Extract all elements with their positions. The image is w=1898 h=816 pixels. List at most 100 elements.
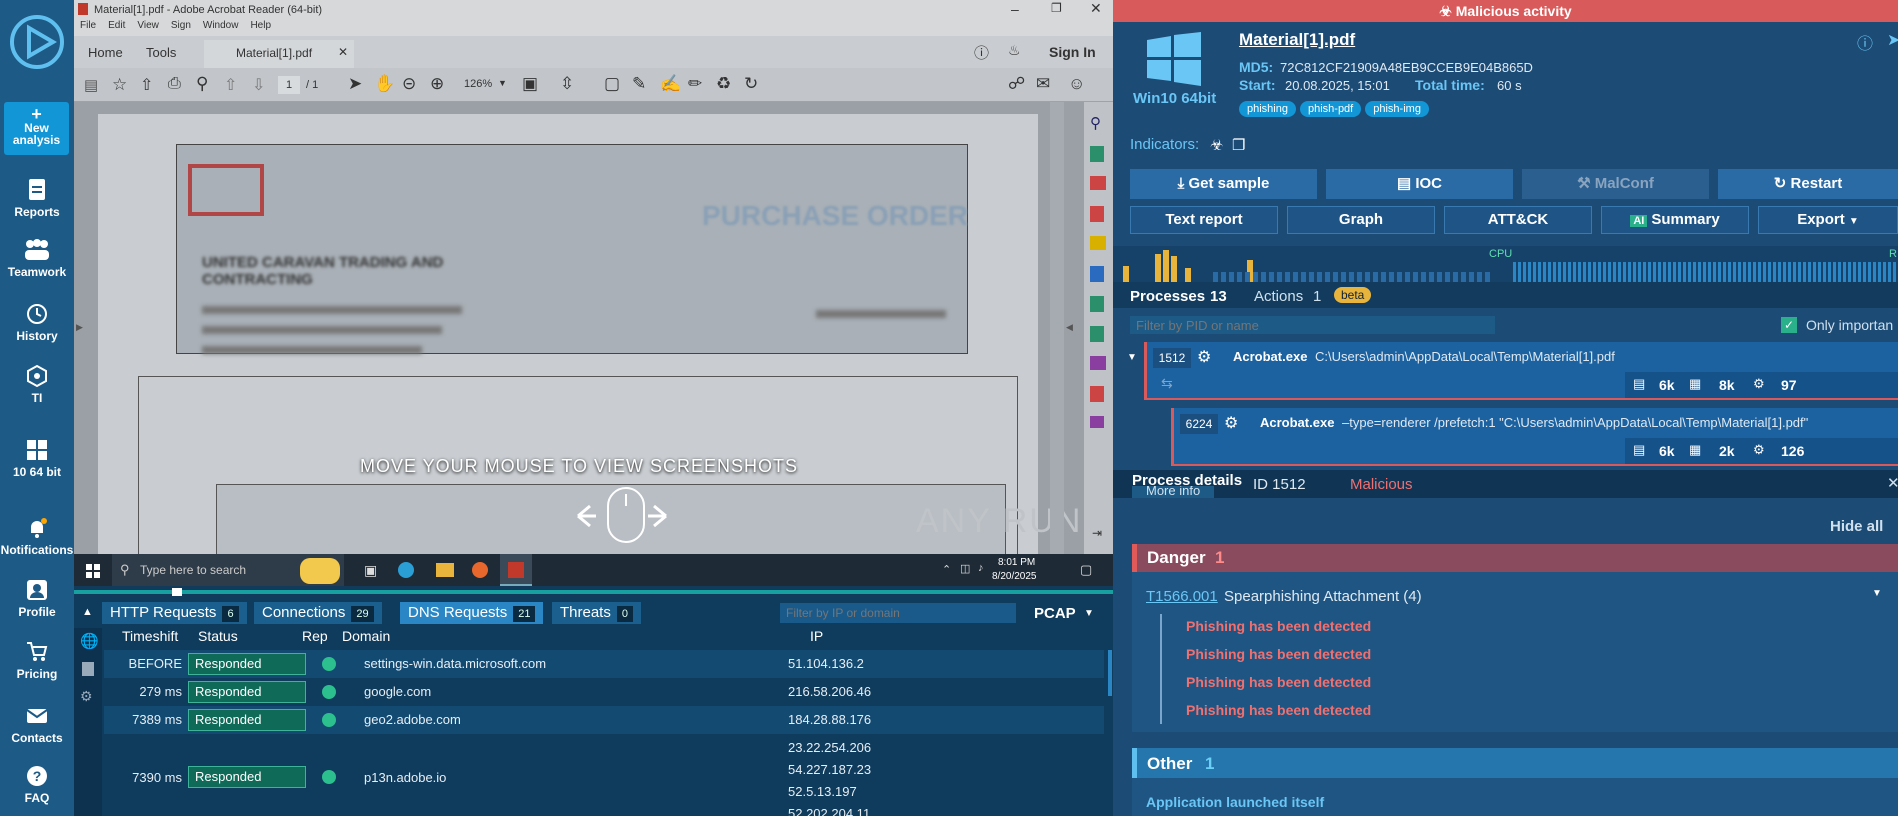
next-page-icon[interactable]: ⇩ bbox=[252, 75, 265, 95]
export-button[interactable]: Export ▼ bbox=[1758, 206, 1898, 234]
technique-link[interactable]: T1566.001 bbox=[1146, 588, 1218, 605]
table-row[interactable]: 279 ms Responded google.com 216.58.206.4… bbox=[104, 678, 1104, 706]
tag[interactable]: phish-pdf bbox=[1299, 101, 1362, 117]
menu-help[interactable]: Help bbox=[250, 20, 271, 31]
sidebar-item-os[interactable]: 10 64 bit bbox=[0, 438, 74, 479]
sidebar-item-contacts[interactable]: Contacts bbox=[0, 704, 74, 745]
prev-page-icon[interactable]: ⇧ bbox=[224, 75, 237, 95]
minimize-icon[interactable]: – bbox=[1011, 1, 1019, 17]
timeline-handle[interactable] bbox=[172, 588, 182, 596]
pcap-button[interactable]: PCAP bbox=[1034, 605, 1076, 622]
other-item[interactable]: Application launched itself bbox=[1146, 794, 1324, 810]
close-tab-icon[interactable]: ✕ bbox=[338, 45, 348, 59]
tab-http-requests[interactable]: HTTP Requests 6 bbox=[102, 602, 247, 624]
link-icon[interactable]: ☍ bbox=[1008, 74, 1025, 94]
graph-button[interactable]: Graph bbox=[1287, 206, 1435, 234]
menu-file[interactable]: File bbox=[80, 20, 96, 31]
get-sample-button[interactable]: ⤓ Get sample bbox=[1130, 169, 1317, 199]
bell-icon[interactable]: ♨ bbox=[1008, 42, 1021, 59]
table-row[interactable]: 7390 ms Responded p13n.adobe.io 23.22.25… bbox=[104, 736, 1104, 816]
fit-page-icon[interactable]: ▣ bbox=[522, 74, 538, 94]
notification-center-icon[interactable]: ▢ bbox=[1080, 562, 1092, 578]
more-tools-icon[interactable] bbox=[1090, 416, 1104, 428]
share-icon[interactable]: ➤ bbox=[1887, 30, 1898, 50]
menu-edit[interactable]: Edit bbox=[108, 20, 125, 31]
sidebar-item-teamwork[interactable]: Teamwork bbox=[0, 238, 74, 279]
process-row-6224[interactable]: 6224 ⚙ Acrobat.exe –type=renderer /prefe… bbox=[1171, 408, 1898, 466]
organize-icon[interactable] bbox=[1090, 176, 1106, 190]
table-row[interactable]: BEFORE Responded settings-win.data.micro… bbox=[104, 650, 1104, 678]
tab-document[interactable]: Material[1].pdf ✕ bbox=[204, 40, 354, 68]
windows-start-icon[interactable] bbox=[86, 564, 100, 578]
combine-icon[interactable] bbox=[1090, 266, 1104, 282]
sidebar-item-notifications[interactable]: Notifications bbox=[0, 516, 74, 557]
edit-pdf-icon[interactable] bbox=[1090, 386, 1104, 402]
tab-home[interactable]: Home bbox=[88, 45, 123, 60]
volume-icon[interactable]: ♪ bbox=[978, 562, 984, 574]
detection-item[interactable]: Phishing has been detected bbox=[1186, 618, 1371, 634]
account-icon[interactable]: ☺ bbox=[1068, 74, 1085, 94]
tab-connections[interactable]: Connections 29 bbox=[254, 602, 382, 624]
acrobat-taskbar-button[interactable] bbox=[500, 554, 532, 586]
summary-button[interactable]: AI Summary bbox=[1601, 206, 1749, 234]
tab-threats[interactable]: Threats 0 bbox=[552, 602, 641, 624]
tag[interactable]: phish-img bbox=[1365, 101, 1429, 117]
protect-icon[interactable] bbox=[1090, 296, 1104, 312]
zoom-in-icon[interactable]: ⊕ bbox=[430, 74, 444, 94]
filter-ip-domain-input[interactable] bbox=[780, 603, 1016, 623]
zoom-search-icon[interactable]: ⚲ bbox=[196, 74, 208, 94]
sidebar-item-reports[interactable]: Reports bbox=[0, 178, 74, 219]
star-icon[interactable]: ☆ bbox=[112, 75, 127, 95]
menu-sign[interactable]: Sign bbox=[171, 20, 191, 31]
edge-icon[interactable] bbox=[398, 562, 414, 578]
restart-button[interactable]: ↻ Restart bbox=[1718, 169, 1898, 199]
select-cursor-icon[interactable]: ➤ bbox=[348, 74, 362, 94]
text-report-button[interactable]: Text report bbox=[1130, 206, 1278, 234]
upload-icon[interactable]: ⇧ bbox=[140, 75, 153, 95]
bug-icon[interactable]: ⚙ bbox=[80, 688, 93, 705]
rotate-icon[interactable]: ↻ bbox=[744, 74, 758, 94]
network-icon[interactable]: ◫ bbox=[960, 562, 970, 575]
taskbar-search[interactable]: ⚲ Type here to search bbox=[112, 554, 344, 586]
ioc-button[interactable]: ▤ IOC bbox=[1326, 169, 1513, 199]
sidebar-item-ti[interactable]: TI bbox=[0, 364, 74, 405]
collapse-panel-icon[interactable]: ⇥ bbox=[1092, 526, 1102, 540]
attck-button[interactable]: ATT&CK bbox=[1444, 206, 1592, 234]
globe-icon[interactable]: 🌐 bbox=[80, 632, 99, 650]
save-icon[interactable]: ▤ bbox=[84, 76, 98, 94]
sample-filename[interactable]: Material[1].pdf bbox=[1239, 30, 1355, 50]
zoom-out-icon[interactable]: ⊝ bbox=[402, 74, 416, 94]
malconf-button[interactable]: ⚒ MalConf bbox=[1522, 169, 1709, 199]
page-number-input[interactable]: 1 bbox=[278, 76, 300, 94]
create-pdf-icon[interactable] bbox=[1090, 206, 1104, 222]
file-explorer-icon[interactable] bbox=[436, 563, 454, 577]
document-viewport[interactable]: ▶ PURCHASE ORDER UNITED CARAVAN TRADING … bbox=[74, 102, 1084, 576]
tray-chevron-icon[interactable]: ⌃ bbox=[942, 563, 951, 576]
windows-overlap-icon[interactable]: ❐ bbox=[1232, 136, 1245, 154]
vertical-scrollbar[interactable] bbox=[1050, 102, 1064, 554]
anyrun-logo[interactable] bbox=[9, 14, 65, 73]
close-icon[interactable]: ✕ bbox=[1887, 474, 1898, 492]
sign-in-button[interactable]: Sign In bbox=[1049, 44, 1096, 60]
tab-tools[interactable]: Tools bbox=[146, 45, 176, 60]
email-icon[interactable]: ✉ bbox=[1036, 74, 1050, 94]
process-row-1512[interactable]: 1512 ⚙ Acrobat.exe C:\Users\admin\AppDat… bbox=[1144, 342, 1898, 400]
comment-icon[interactable]: ▢ bbox=[604, 74, 620, 94]
detection-item[interactable]: Phishing has been detected bbox=[1186, 646, 1371, 662]
menu-view[interactable]: View bbox=[137, 20, 159, 31]
more-info-button[interactable]: More info bbox=[1132, 486, 1215, 498]
right-panel-toggle-icon[interactable]: ◀ bbox=[1066, 322, 1073, 333]
new-analysis-button[interactable]: + New analysis bbox=[4, 102, 69, 155]
fill-sign-icon[interactable] bbox=[1090, 356, 1106, 370]
file-icon[interactable] bbox=[82, 662, 94, 676]
help-icon[interactable]: ⓘ bbox=[974, 42, 989, 63]
task-view-icon[interactable]: ▣ bbox=[364, 562, 377, 579]
sidebar-item-history[interactable]: History bbox=[0, 302, 74, 343]
delete-icon[interactable]: ♻ bbox=[716, 74, 731, 94]
table-scrollbar[interactable] bbox=[1108, 650, 1112, 696]
hide-all-button[interactable]: Hide all bbox=[1830, 518, 1883, 535]
tab-actions[interactable]: Actions bbox=[1254, 288, 1303, 305]
export-pdf-icon[interactable] bbox=[1090, 146, 1104, 162]
sidebar-item-pricing[interactable]: Pricing bbox=[0, 640, 74, 681]
expand-icon[interactable]: ▼ bbox=[1127, 352, 1137, 363]
